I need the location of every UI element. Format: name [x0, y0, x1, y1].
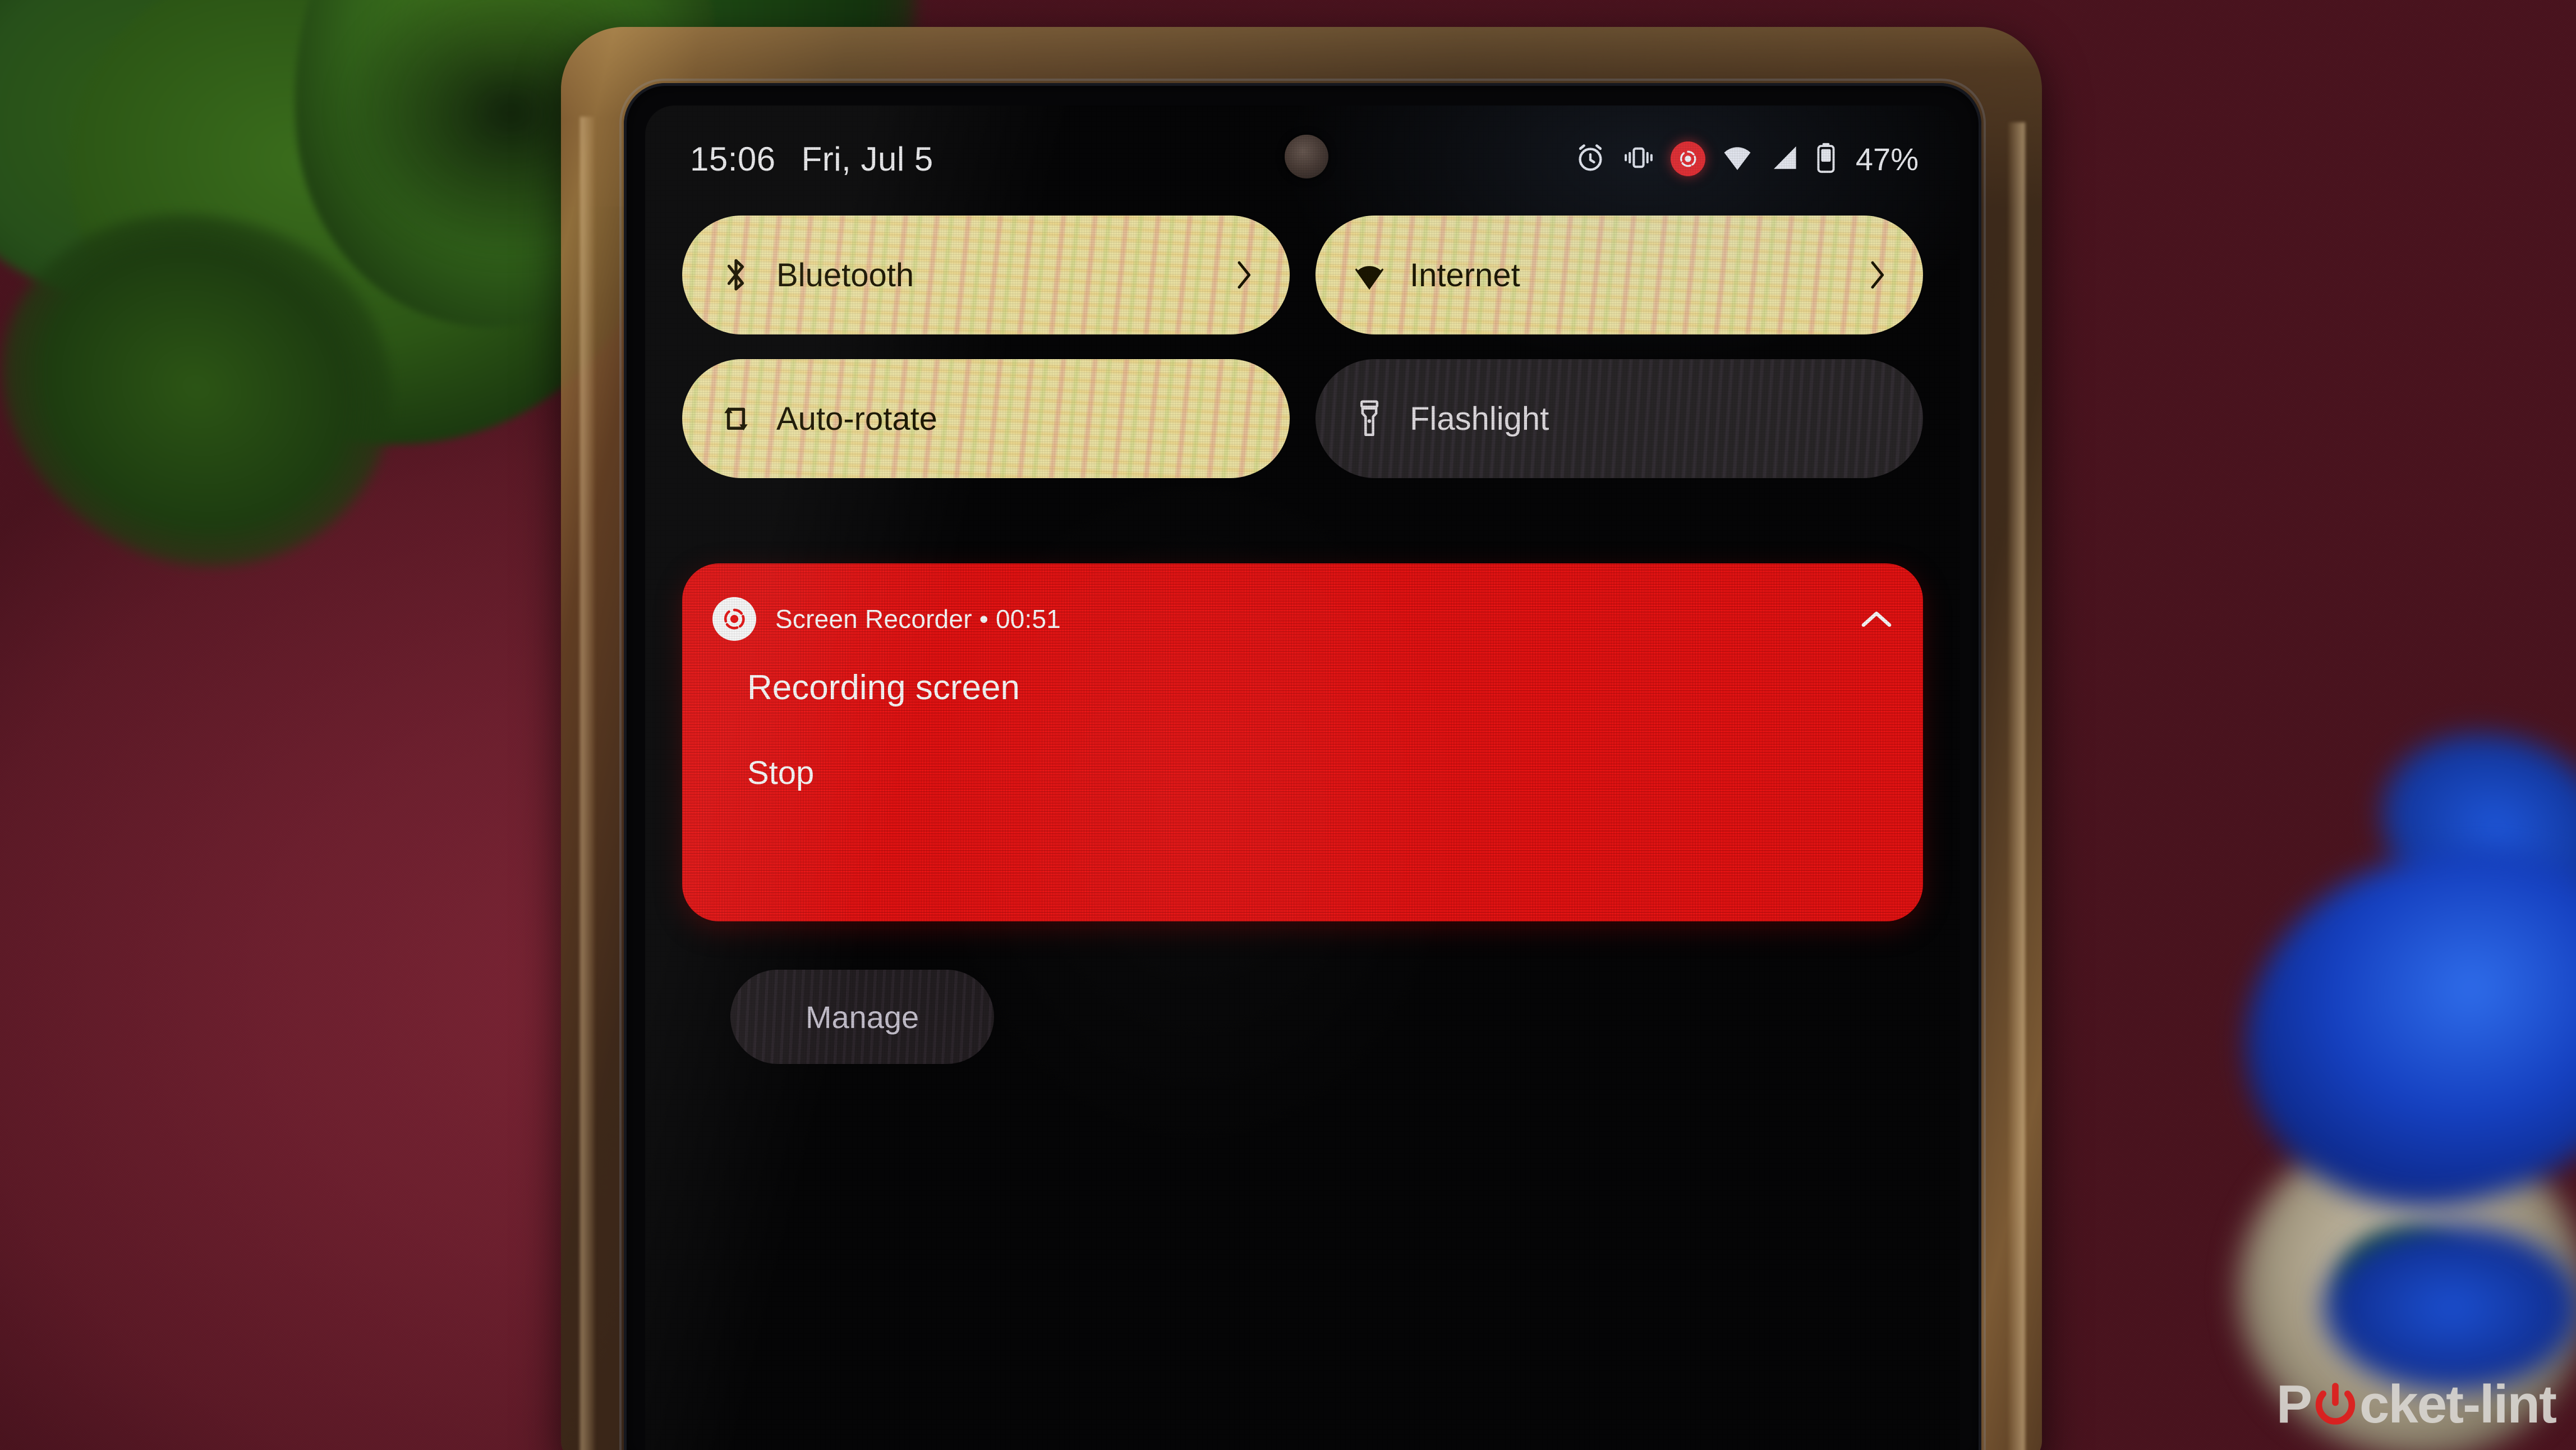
phone-case-edge-highlight: [2008, 122, 2025, 1450]
battery-percent-label: 47%: [1855, 141, 1919, 177]
watermark-suffix: cket-lint: [2359, 1374, 2557, 1434]
watermark-text: P cket-lint: [2276, 1374, 2557, 1435]
chevron-right-icon[interactable]: [1865, 258, 1889, 292]
watermark-prefix: P: [2276, 1374, 2312, 1434]
quick-settings-row: Auto-rotate Flashlight: [682, 359, 1923, 478]
status-bar-right: 47%: [1574, 141, 1919, 177]
screen-record-icon: [1670, 141, 1705, 176]
notification-card-screen-recorder[interactable]: Screen Recorder • 00:51 Recording screen…: [682, 563, 1923, 921]
notification-title: Recording screen: [747, 668, 1020, 707]
status-bar-clock: 15:06: [690, 140, 776, 178]
chevron-up-icon[interactable]: [1852, 595, 1901, 643]
quick-tile-flashlight[interactable]: Flashlight: [1315, 359, 1923, 478]
flashlight-icon: [1349, 398, 1390, 439]
cellular-signal-icon: [1769, 141, 1801, 177]
quick-tile-auto-rotate[interactable]: Auto-rotate: [682, 359, 1290, 478]
quick-settings-row: Bluetooth Internet: [682, 215, 1923, 334]
phone-case-edge-highlight: [580, 117, 595, 1450]
bluetooth-icon: [716, 256, 756, 294]
notification-action-stop[interactable]: Stop: [747, 749, 814, 797]
battery-icon: [1815, 141, 1837, 177]
status-bar-left: 15:06 Fri, Jul 5: [690, 140, 933, 178]
photo-scene: 15:06 Fri, Jul 5 47% Bluetooth Internet …: [0, 0, 2576, 1450]
chevron-right-icon[interactable]: [1231, 258, 1256, 292]
manage-notifications-button[interactable]: Manage: [730, 970, 994, 1064]
manage-button-label: Manage: [805, 999, 919, 1035]
phone-screen: 15:06 Fri, Jul 5 47% Bluetooth Internet …: [645, 105, 1960, 1450]
screen-record-icon: [712, 597, 756, 641]
phone-device: 15:06 Fri, Jul 5 47% Bluetooth Internet …: [561, 27, 2042, 1450]
quick-settings-panel: Bluetooth Internet Auto-rotate Flashligh…: [645, 215, 1960, 503]
notification-header: Screen Recorder • 00:51: [712, 595, 1901, 643]
quick-tile-internet[interactable]: Internet: [1315, 215, 1923, 334]
alarm-icon: [1574, 141, 1607, 177]
front-camera-punch-hole: [1285, 135, 1328, 178]
vibrate-icon: [1621, 141, 1656, 177]
auto-rotate-icon: [716, 399, 756, 438]
power-icon: [2312, 1382, 2358, 1428]
quick-tile-label: Auto-rotate: [776, 400, 937, 437]
pocketlint-watermark: P cket-lint: [2276, 1374, 2557, 1435]
wifi-icon: [1720, 141, 1755, 177]
background-object-blue: [2322, 1223, 2576, 1392]
status-bar-date: Fri, Jul 5: [801, 140, 933, 178]
quick-tile-bluetooth[interactable]: Bluetooth: [682, 215, 1290, 334]
wifi-icon: [1349, 256, 1390, 293]
quick-tile-label: Bluetooth: [776, 256, 914, 293]
quick-tile-label: Flashlight: [1410, 400, 1549, 437]
quick-tile-label: Internet: [1410, 256, 1520, 293]
notification-app-and-time: Screen Recorder • 00:51: [775, 604, 1061, 634]
